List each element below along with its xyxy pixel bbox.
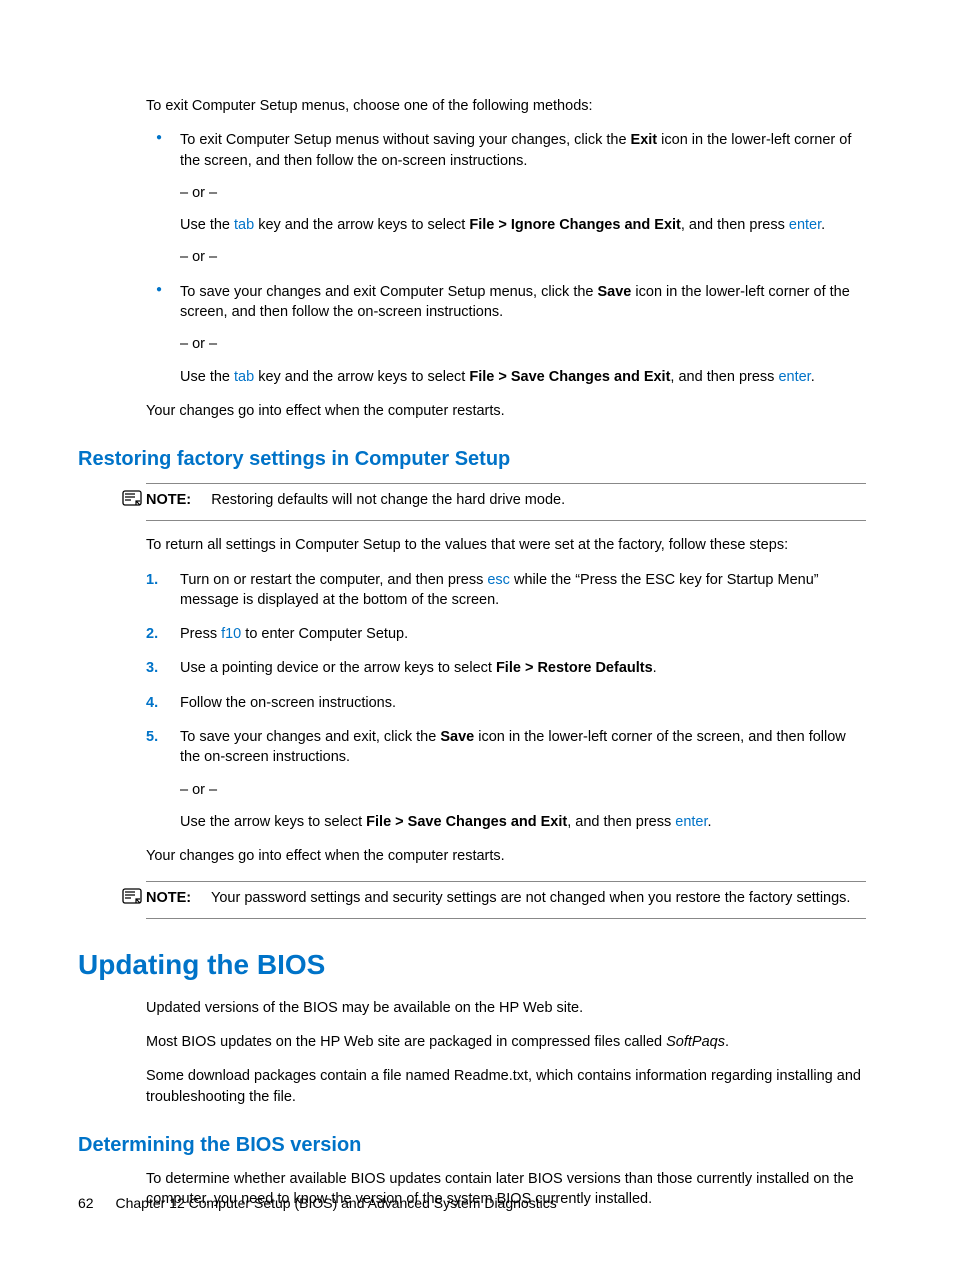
page-footer: 62 Chapter 12 Computer Setup (BIOS) and … <box>78 1194 866 1214</box>
text: Use a pointing device or the arrow keys … <box>180 660 496 676</box>
text: . <box>725 1034 729 1050</box>
restore-steps: Turn on or restart the computer, and the… <box>146 570 866 833</box>
bold-text: Save <box>440 729 474 745</box>
sub-paragraph: Use the tab key and the arrow keys to se… <box>180 367 866 387</box>
text: To save your changes and exit Computer S… <box>180 284 598 300</box>
text: to enter Computer Setup. <box>241 626 408 642</box>
list-item: Turn on or restart the computer, and the… <box>146 570 866 611</box>
text: , and then press <box>567 814 675 830</box>
heading-updating-bios: Updating the BIOS <box>78 945 866 984</box>
paragraph: Most BIOS updates on the HP Web site are… <box>146 1032 866 1052</box>
text: . <box>811 369 815 385</box>
text: To exit Computer Setup menus without sav… <box>180 132 631 148</box>
key-link: enter <box>778 369 810 385</box>
note-text: Your password settings and security sett… <box>211 890 850 906</box>
italic-text: SoftPaqs <box>666 1034 725 1050</box>
list-item: Press f10 to enter Computer Setup. <box>146 624 866 644</box>
list-item: To save your changes and exit, click the… <box>146 727 866 832</box>
or-separator: – or – <box>180 247 866 267</box>
text: Press <box>180 626 221 642</box>
note-label: NOTE: <box>146 890 191 906</box>
chapter-title: Chapter 12 Computer Setup (BIOS) and Adv… <box>115 1195 556 1211</box>
text: , and then press <box>681 217 789 233</box>
list-item: Use a pointing device or the arrow keys … <box>146 658 866 678</box>
text: , and then press <box>670 369 778 385</box>
key-link: enter <box>789 217 821 233</box>
note-box: NOTE: Restoring defaults will not change… <box>146 483 866 521</box>
list-item: To save your changes and exit Computer S… <box>146 282 866 387</box>
paragraph: Some download packages contain a file na… <box>146 1066 866 1107</box>
exit-methods-list: To exit Computer Setup menus without sav… <box>146 130 866 387</box>
note-text: Restoring defaults will not change the h… <box>211 492 565 508</box>
bold-text: File > Ignore Changes and Exit <box>469 217 681 233</box>
restore-content: NOTE: Restoring defaults will not change… <box>146 483 866 918</box>
list-item: To exit Computer Setup menus without sav… <box>146 130 866 267</box>
heading-restore: Restoring factory settings in Computer S… <box>78 445 866 473</box>
text: Most BIOS updates on the HP Web site are… <box>146 1034 666 1050</box>
text: To save your changes and exit, click the <box>180 729 440 745</box>
text: Use the arrow keys to select <box>180 814 366 830</box>
note-icon <box>122 888 142 906</box>
text: Use the <box>180 369 234 385</box>
or-separator: – or – <box>180 334 866 354</box>
body-content: To exit Computer Setup menus, choose one… <box>146 96 866 421</box>
text: Follow the on-screen instructions. <box>180 695 396 711</box>
bold-text: File > Save Changes and Exit <box>469 369 670 385</box>
bold-text: Exit <box>631 132 658 148</box>
bold-text: File > Restore Defaults <box>496 660 653 676</box>
key-link: tab <box>234 369 254 385</box>
heading-determine-version: Determining the BIOS version <box>78 1131 866 1159</box>
bold-text: File > Save Changes and Exit <box>366 814 567 830</box>
page: To exit Computer Setup menus, choose one… <box>0 0 954 1270</box>
text: key and the arrow keys to select <box>254 217 469 233</box>
note-label: NOTE: <box>146 492 191 508</box>
text: . <box>653 660 657 676</box>
text: Turn on or restart the computer, and the… <box>180 572 487 588</box>
text: key and the arrow keys to select <box>254 369 469 385</box>
intro-paragraph: To exit Computer Setup menus, choose one… <box>146 96 866 116</box>
or-separator: – or – <box>180 780 866 800</box>
text: . <box>821 217 825 233</box>
paragraph: Your changes go into effect when the com… <box>146 846 866 866</box>
sub-paragraph: Use the tab key and the arrow keys to se… <box>180 215 866 235</box>
paragraph: Updated versions of the BIOS may be avai… <box>146 998 866 1018</box>
sub-paragraph: Use the arrow keys to select File > Save… <box>180 812 866 832</box>
paragraph: Your changes go into effect when the com… <box>146 401 866 421</box>
key-link: f10 <box>221 626 241 642</box>
key-link: enter <box>675 814 707 830</box>
paragraph: To return all settings in Computer Setup… <box>146 535 866 555</box>
or-separator: – or – <box>180 183 866 203</box>
text: Use the <box>180 217 234 233</box>
key-link: esc <box>487 572 510 588</box>
update-content: Updated versions of the BIOS may be avai… <box>146 998 866 1107</box>
key-link: tab <box>234 217 254 233</box>
note-icon <box>122 490 142 508</box>
note-box: NOTE: Your password settings and securit… <box>146 881 866 919</box>
page-number: 62 <box>78 1195 94 1211</box>
text: . <box>708 814 712 830</box>
list-item: Follow the on-screen instructions. <box>146 693 866 713</box>
bold-text: Save <box>598 284 632 300</box>
